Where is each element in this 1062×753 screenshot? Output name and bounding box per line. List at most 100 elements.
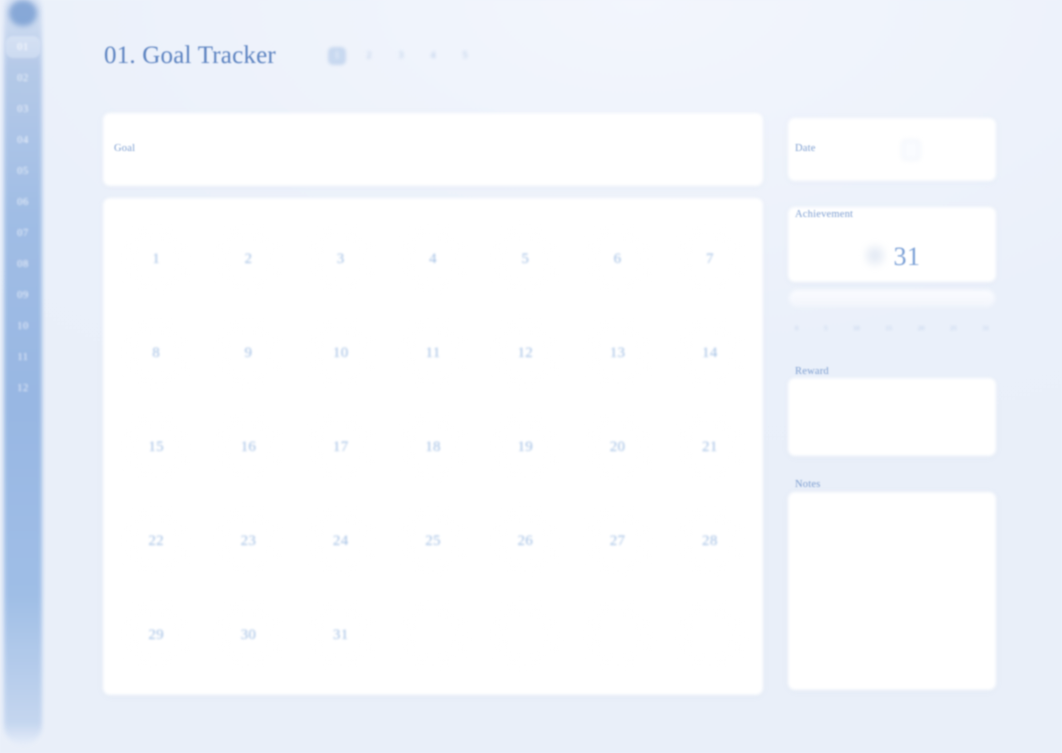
goal-label: Goal (114, 143, 136, 154)
tab-5[interactable]: 5 (456, 47, 474, 65)
page-tabs: 1 2 3 4 5 (327, 47, 474, 70)
sidebar-item-label: 01 (17, 41, 29, 53)
calendar-day-number: 2 (244, 250, 253, 267)
calendar-day[interactable]: 26 (479, 494, 571, 588)
app-logo-icon[interactable] (9, 0, 37, 26)
achievement-slider[interactable] (789, 290, 995, 307)
calendar-day[interactable]: 16 (202, 400, 294, 494)
calendar-day[interactable]: 31 (295, 588, 387, 682)
calendar-day-number: 9 (244, 344, 253, 361)
calendar-day-number: 19 (517, 438, 534, 455)
calendar-day[interactable]: 27 (571, 494, 663, 588)
sidebar-item-label: 06 (17, 196, 29, 208)
scale-tick: 5 (824, 324, 828, 332)
scale-tick: 20 (917, 324, 925, 332)
calendar-day[interactable]: 20 (571, 400, 663, 494)
calendar-day[interactable]: 28 (664, 494, 756, 588)
sidebar-item-month-04[interactable]: 04 (6, 129, 40, 151)
calendar-day-number: 23 (240, 532, 257, 549)
calendar-day[interactable]: 15 (110, 400, 202, 494)
calendar-day[interactable]: 13 (571, 306, 663, 400)
sidebar-item-month-03[interactable]: 03 (6, 98, 40, 120)
tab-label: 4 (430, 51, 436, 61)
scale-tick: 15 (885, 324, 892, 332)
scale-tick: 25 (950, 324, 957, 332)
sidebar-item-month-09[interactable]: 09 (6, 284, 40, 306)
sidebar-item-month-02[interactable]: 02 (6, 67, 40, 89)
calendar-day[interactable]: 4 (387, 212, 479, 306)
calendar-day-number: 17 (332, 438, 349, 455)
page-title: 01. Goal Tracker (104, 42, 276, 69)
sidebar-item-month-12[interactable]: 12 (6, 377, 40, 399)
tab-label: 5 (462, 51, 468, 61)
sidebar-item-label: 08 (17, 258, 29, 270)
tab-4[interactable]: 4 (424, 47, 442, 65)
sidebar-item-label: 07 (17, 227, 29, 239)
date-card[interactable] (788, 118, 996, 181)
calendar-day[interactable]: 5 (479, 212, 571, 306)
sidebar-item-month-05[interactable]: 05 (6, 160, 40, 182)
calendar-day-number: 3 (336, 250, 345, 267)
calendar-day-number: 1 (152, 250, 161, 267)
tab-2[interactable]: 2 (360, 47, 378, 65)
goal-card[interactable] (103, 113, 763, 186)
calendar-day-number: 26 (517, 532, 534, 549)
calendar-day[interactable]: 12 (479, 306, 571, 400)
calendar-day[interactable]: 6 (571, 212, 663, 306)
calendar-day[interactable]: 29 (110, 588, 202, 682)
calendar-day[interactable]: 10 (295, 306, 387, 400)
calendar-day[interactable]: 21 (664, 400, 756, 494)
sidebar-item-label: 05 (17, 165, 29, 177)
calendar-day-empty (387, 588, 479, 682)
date-label: Date (795, 143, 816, 154)
calendar-day[interactable]: 18 (387, 400, 479, 494)
sidebar: 01 02 03 04 05 06 07 08 09 10 11 12 (4, 0, 42, 745)
calendar-day-number: 10 (332, 344, 349, 361)
calendar-day[interactable]: 24 (295, 494, 387, 588)
sidebar-item-label: 09 (17, 289, 29, 301)
calendar-day[interactable]: 2 (202, 212, 294, 306)
calendar-day-number: 5 (521, 250, 530, 267)
calendar-day-number: 28 (702, 532, 718, 549)
calendar-day[interactable]: 25 (387, 494, 479, 588)
calendar-day[interactable]: 23 (202, 494, 294, 588)
sidebar-item-month-01[interactable]: 01 (6, 36, 40, 58)
scale-tick: 0 (795, 324, 799, 332)
calendar-day-empty (479, 588, 571, 682)
calendar-day-number: 21 (702, 438, 718, 455)
calendar-day-number: 20 (609, 438, 626, 455)
calendar-day-empty (664, 588, 756, 682)
sidebar-item-month-08[interactable]: 08 (6, 253, 40, 275)
tab-1[interactable]: 1 (327, 47, 346, 65)
calendar-day-number: 24 (332, 532, 349, 549)
achievement-value-row: 31 (788, 232, 996, 282)
calendar-day[interactable]: 17 (295, 400, 387, 494)
calendar-day[interactable]: 19 (479, 400, 571, 494)
calendar-day[interactable]: 30 (202, 588, 294, 682)
calendar-day[interactable]: 14 (664, 306, 756, 400)
calendar-day[interactable]: 11 (387, 306, 479, 400)
sidebar-item-label: 10 (17, 320, 29, 332)
sidebar-item-month-07[interactable]: 07 (6, 222, 40, 244)
calendar-day-number: 4 (429, 250, 437, 267)
calendar-day-number: 16 (240, 438, 257, 455)
calendar-day-number: 14 (702, 344, 718, 361)
reward-card[interactable] (788, 378, 996, 456)
calendar-day-number: 15 (148, 438, 164, 455)
calendar-day[interactable]: 9 (202, 306, 294, 400)
sidebar-item-month-06[interactable]: 06 (6, 191, 40, 213)
notes-card[interactable] (788, 492, 996, 690)
sidebar-item-month-10[interactable]: 10 (6, 315, 40, 337)
calendar-day[interactable]: 1 (110, 212, 202, 306)
calendar-day-number: 27 (609, 532, 626, 549)
calendar-day[interactable]: 3 (295, 212, 387, 306)
calendar-day[interactable]: 7 (664, 212, 756, 306)
sidebar-item-month-11[interactable]: 11 (6, 346, 40, 368)
tab-3[interactable]: 3 (392, 47, 410, 65)
sidebar-item-label: 12 (17, 382, 29, 394)
calendar-day-number: 22 (148, 532, 164, 549)
calendar-day[interactable]: 8 (110, 306, 202, 400)
sidebar-item-label: 04 (17, 134, 29, 146)
calendar-icon[interactable] (902, 140, 920, 160)
calendar-day[interactable]: 22 (110, 494, 202, 588)
